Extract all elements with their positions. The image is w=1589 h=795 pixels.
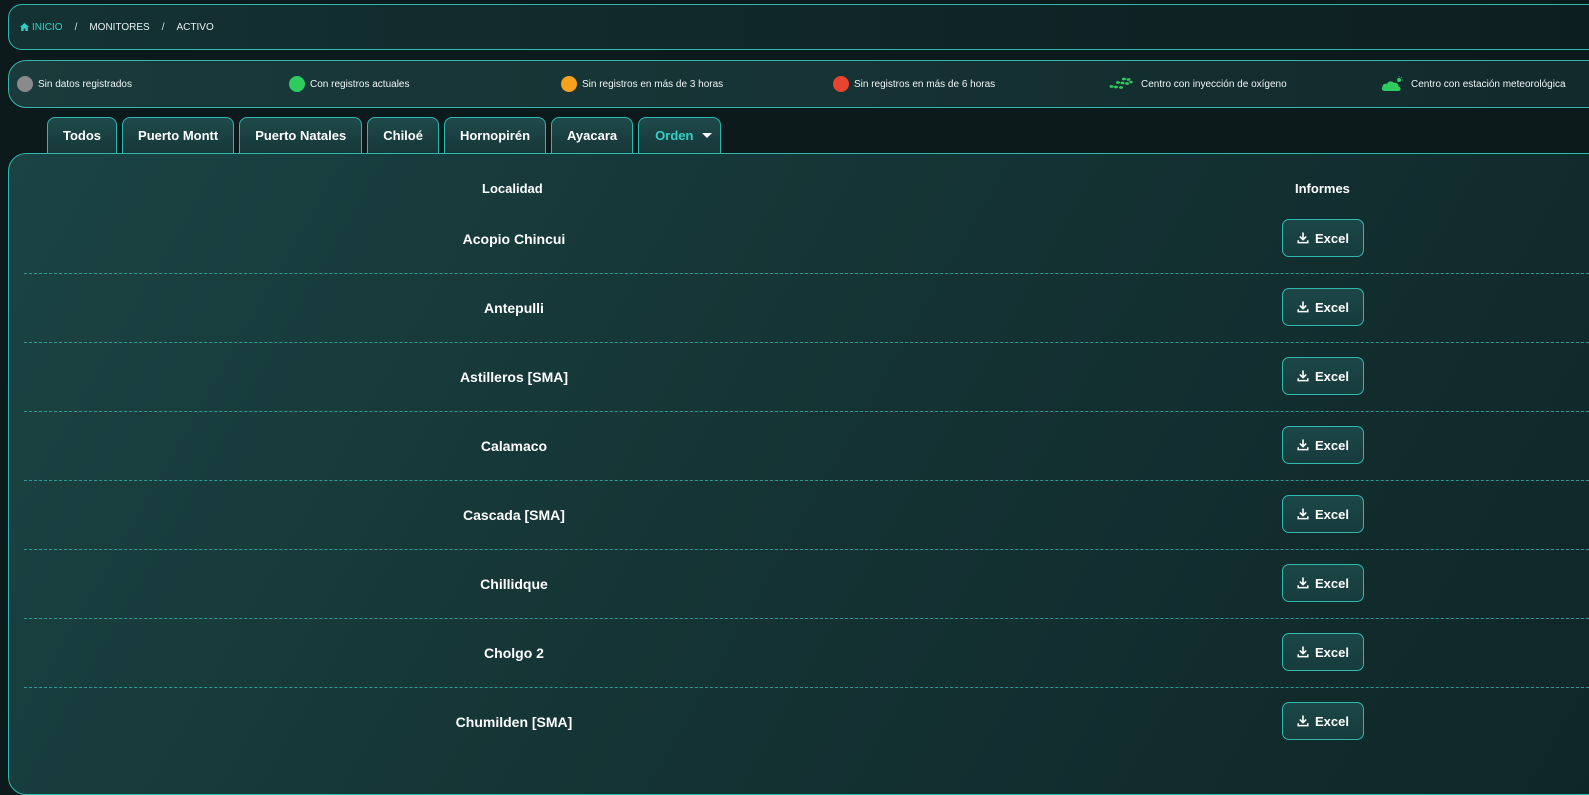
location-name: Chumilden [SMA]	[455, 714, 573, 730]
excel-button-label: Excel	[1315, 713, 1349, 729]
legend-item-3-hours: Sin registros en más de 3 horas	[561, 61, 723, 107]
excel-download-button[interactable]: Excel	[1282, 288, 1364, 326]
excel-button-label: Excel	[1315, 368, 1349, 384]
excel-button-label: Excel	[1315, 644, 1349, 660]
download-icon	[1297, 370, 1309, 382]
table-row: Acopio Chincui Excel	[24, 205, 1589, 274]
tab-ayacara[interactable]: Ayacara	[551, 117, 634, 153]
legend-item-oxygen: Centro con inyección de oxígeno	[1109, 61, 1287, 107]
table-row: Cascada [SMA] Excel	[24, 481, 1589, 550]
excel-button-label: Excel	[1315, 230, 1349, 246]
weather-cloud-icon	[1381, 76, 1403, 92]
green-status-dot-icon	[289, 76, 305, 92]
legend-item-current: Con registros actuales	[289, 61, 410, 107]
excel-download-button[interactable]: Excel	[1282, 426, 1364, 464]
location-name: Antepulli	[484, 300, 544, 316]
excel-download-button[interactable]: Excel	[1282, 219, 1364, 257]
excel-download-button[interactable]: Excel	[1282, 357, 1364, 395]
excel-download-button[interactable]: Excel	[1282, 702, 1364, 740]
column-header-localidad: Localidad	[482, 181, 543, 196]
breadcrumb-home-label: INICIO	[32, 21, 63, 33]
download-icon	[1297, 646, 1309, 658]
status-legend: Sin datos registrados Con registros actu…	[8, 60, 1589, 108]
tab-puerto-montt[interactable]: Puerto Montt	[122, 117, 235, 153]
download-icon	[1297, 715, 1309, 727]
excel-button-label: Excel	[1315, 506, 1349, 522]
legend-item-weather-station: Centro con estación meteorológica	[1381, 61, 1566, 107]
breadcrumb-separator: /	[161, 21, 165, 33]
legend-item-no-data: Sin datos registrados	[17, 61, 132, 107]
legend-label: Centro con estación meteorológica	[1411, 78, 1566, 90]
home-icon	[20, 23, 29, 31]
legend-label: Con registros actuales	[310, 78, 410, 90]
orden-dropdown[interactable]: Orden	[638, 117, 722, 153]
download-icon	[1297, 232, 1309, 244]
breadcrumb-home-link[interactable]: INICIO	[20, 22, 63, 33]
tab-hornopiren[interactable]: Hornopirén	[443, 117, 547, 153]
tab-puerto-natales[interactable]: Puerto Natales	[239, 117, 363, 153]
location-name: Cholgo 2	[484, 645, 544, 661]
location-name: Acopio Chincui	[462, 231, 566, 247]
legend-label: Centro con inyección de oxígeno	[1141, 78, 1287, 90]
location-name: Astilleros [SMA]	[459, 369, 569, 385]
breadcrumb-separator: /	[74, 21, 78, 33]
oxygen-bubbles-icon	[1109, 77, 1133, 91]
table-row: Chumilden [SMA] Excel	[24, 688, 1589, 756]
excel-download-button[interactable]: Excel	[1282, 495, 1364, 533]
table-row: Antepulli Excel	[24, 274, 1589, 343]
table-row: Calamaco Excel	[24, 412, 1589, 481]
breadcrumb-item-monitores[interactable]: MONITORES	[89, 22, 149, 33]
legend-label: Sin registros en más de 3 horas	[582, 78, 724, 90]
tab-todos[interactable]: Todos	[47, 117, 118, 153]
location-name: Chillidque	[480, 576, 548, 592]
table-row: Cholgo 2 Excel	[24, 619, 1589, 688]
download-icon	[1297, 301, 1309, 313]
legend-label: Sin registros en más de 6 horas	[854, 78, 996, 90]
location-name: Calamaco	[480, 438, 548, 454]
excel-button-label: Excel	[1315, 299, 1349, 315]
gray-status-dot-icon	[17, 76, 33, 92]
location-tabs: Todos Puerto Montt Puerto Natales Chiloé…	[47, 117, 722, 154]
breadcrumb: INICIO / MONITORES / ACTIVO	[8, 4, 1589, 50]
orange-status-dot-icon	[561, 76, 577, 92]
caret-down-icon	[702, 133, 713, 138]
excel-download-button[interactable]: Excel	[1282, 633, 1364, 671]
download-icon	[1297, 439, 1309, 451]
excel-download-button[interactable]: Excel	[1282, 564, 1364, 602]
breadcrumb-item-activo: ACTIVO	[176, 21, 214, 33]
excel-button-label: Excel	[1315, 437, 1349, 453]
locations-table-panel: Localidad Informes Acopio Chincui Excel An…	[8, 153, 1589, 795]
table-row: Astilleros [SMA] Excel	[24, 343, 1589, 412]
location-name: Cascada [SMA]	[463, 507, 565, 523]
locations-table-body: Acopio Chincui Excel Antepulli Excel Astille…	[24, 205, 1589, 756]
red-status-dot-icon	[833, 76, 849, 92]
tab-chiloe[interactable]: Chiloé	[367, 117, 439, 153]
download-icon	[1297, 508, 1309, 520]
download-icon	[1297, 577, 1309, 589]
legend-item-6-hours: Sin registros en más de 6 horas	[833, 61, 995, 107]
excel-button-label: Excel	[1315, 575, 1349, 591]
column-header-informes: Informes	[1295, 181, 1350, 196]
table-row: Chillidque Excel	[24, 550, 1589, 619]
legend-label: Sin datos registrados	[38, 78, 132, 90]
orden-label: Orden	[655, 128, 694, 143]
